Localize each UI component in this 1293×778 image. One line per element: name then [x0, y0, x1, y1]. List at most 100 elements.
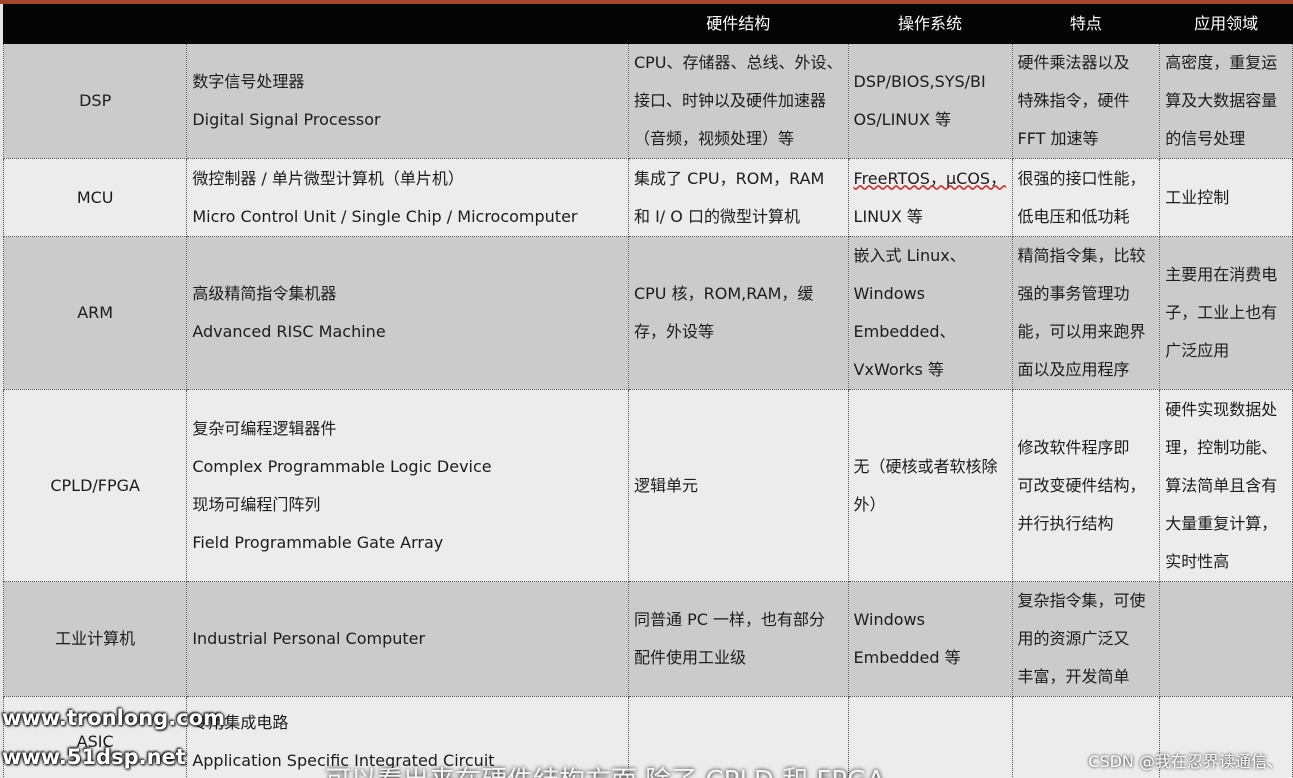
features-cell: 精简指令集，比较 强的事务管理功 能，可以用来跑界 面以及应用程序 — [1011, 236, 1161, 390]
table-row-arm: ARM 高级精简指令集机器 Advanced RISC Machine CPU … — [2, 236, 1293, 390]
description-line: Industrial Personal Computer — [192, 629, 426, 648]
hardware-line: 同普通 PC 一样，也有部分 — [633, 610, 825, 629]
features-line: 用的资源广泛又 — [1017, 629, 1130, 648]
description-line: 数字信号处理器 — [192, 72, 305, 91]
os-line: LINUX 等 — [853, 206, 923, 226]
os-line: Windows — [853, 610, 925, 629]
os-line: Windows — [853, 284, 925, 303]
description-cell: 数字信号处理器 Digital Signal Processor — [186, 43, 629, 159]
features-cell: 复杂指令集，可使 用的资源广泛又 丰富，开发简单 — [1011, 581, 1161, 697]
applications-cell: 主要用在消费电 子，工业上也有 广泛应用 — [1159, 236, 1293, 390]
os-cell: FreeRTOS，μCOS， LINUX 等 — [847, 158, 1013, 237]
hardware-cell: 逻辑单元 — [627, 389, 849, 582]
description-cell: 复杂可编程逻辑器件 Complex Programmable Logic Dev… — [186, 389, 629, 582]
os-cell: DSP/BIOS,SYS/BI OS/LINUX 等 — [847, 43, 1013, 159]
os-cell: 无（硬核或者软核除 外） — [847, 389, 1013, 582]
description-line: 现场可编程门阵列 — [192, 494, 321, 514]
applications-line: 工业控制 — [1165, 187, 1230, 207]
os-line: FreeRTOS，μCOS， — [853, 168, 1007, 188]
header-cell-os: 操作系统 — [847, 4, 1013, 44]
applications-line: 广泛应用 — [1165, 341, 1230, 360]
description-line: 专用集成电路 — [192, 712, 289, 732]
applications-line: 理，控制功能、 — [1165, 437, 1278, 457]
row-name-cell: DSP — [2, 43, 188, 159]
applications-line: 硬件实现数据处 — [1165, 399, 1278, 419]
hardware-cell: CPU 核，ROM,RAM，缓 存，外设等 — [627, 236, 849, 390]
description-cell: Industrial Personal Computer — [186, 581, 629, 697]
features-line: 低电压和低功耗 — [1017, 206, 1130, 226]
table-row-dsp: DSP 数字信号处理器 Digital Signal Processor CPU… — [2, 43, 1293, 159]
applications-cell — [1159, 581, 1293, 697]
hardware-line: 逻辑单元 — [633, 475, 698, 495]
video-caption: 可以看出来在硬件结构方面 除了 CPLD 和 FPGA — [325, 760, 885, 778]
comparison-table: 硬件结构 操作系统 特点 应用领域 DSP 数字信号处理器 Digital Si… — [2, 4, 1293, 778]
features-line: 很强的接口性能， — [1017, 168, 1146, 188]
description-cell: 高级精简指令集机器 Advanced RISC Machine — [186, 236, 629, 390]
description-line: Advanced RISC Machine — [192, 322, 386, 341]
hardware-cell: 集成了 CPU，ROM，RAM 和 I/ O 口的微型计算机 — [627, 158, 849, 237]
applications-line: 的信号处理 — [1165, 129, 1246, 148]
hardware-line: CPU、存储器、总线、外设、 — [633, 53, 843, 72]
features-line: 能，可以用来跑界 — [1017, 322, 1146, 341]
features-line: 面以及应用程序 — [1017, 360, 1130, 379]
features-line: 特殊指令，硬件 — [1017, 91, 1130, 110]
os-line: DSP/BIOS,SYS/BI — [853, 72, 986, 91]
os-line: 外） — [853, 494, 886, 514]
applications-line: 实时性高 — [1165, 551, 1230, 571]
applications-line: 算及大数据容量 — [1165, 91, 1278, 110]
header-row: 硬件结构 操作系统 特点 应用领域 — [2, 4, 1293, 44]
table-row-cpld-fpga: CPLD/FPGA 复杂可编程逻辑器件 Complex Programmable… — [2, 389, 1293, 582]
applications-line: 算法简单且含有 — [1165, 475, 1278, 495]
header-cell-features: 特点 — [1011, 4, 1161, 44]
slide-frame: 硬件结构 操作系统 特点 应用领域 DSP 数字信号处理器 Digital Si… — [0, 0, 1293, 778]
row-name-cell: ARM — [2, 236, 188, 390]
os-line: Embedded 等 — [853, 648, 961, 667]
description-line: Complex Programmable Logic Device — [192, 456, 492, 476]
features-line: 可改变硬件结构， — [1017, 475, 1146, 495]
hardware-line: （音频，视频处理）等 — [633, 129, 794, 148]
features-line: FFT 加速等 — [1017, 129, 1099, 148]
description-line: Field Programmable Gate Array — [192, 532, 444, 552]
description-line: Micro Control Unit / Single Chip / Micro… — [192, 206, 578, 226]
description-line: 复杂可编程逻辑器件 — [192, 418, 337, 438]
description-cell: 微控制器 / 单片微型计算机（单片机） Micro Control Unit /… — [186, 158, 629, 237]
applications-line: 高密度，重复运 — [1165, 53, 1278, 72]
features-line: 丰富，开发简单 — [1017, 667, 1130, 686]
table-row-mcu: MCU 微控制器 / 单片微型计算机（单片机） Micro Control Un… — [2, 158, 1293, 237]
features-cell: 很强的接口性能， 低电压和低功耗 — [1011, 158, 1161, 237]
hardware-line: 配件使用工业级 — [633, 648, 746, 667]
description-line: 高级精简指令集机器 — [192, 284, 337, 303]
applications-cell: 工业控制 — [1159, 158, 1293, 237]
features-line: 并行执行结构 — [1017, 513, 1114, 533]
os-line: OS/LINUX 等 — [853, 110, 952, 129]
header-cell-blank-1 — [2, 4, 188, 44]
hardware-line: 和 I/ O 口的微型计算机 — [633, 206, 800, 226]
os-line: VxWorks 等 — [853, 360, 944, 379]
header-cell-hardware: 硬件结构 — [627, 4, 849, 44]
description-line: 微控制器 / 单片微型计算机（单片机） — [192, 168, 464, 188]
applications-line: 子，工业上也有 — [1165, 303, 1278, 322]
row-name-cell: CPLD/FPGA — [2, 389, 188, 582]
features-cell: 修改软件程序即 可改变硬件结构， 并行执行结构 — [1011, 389, 1161, 582]
os-cell: 嵌入式 Linux、 Windows Embedded、 VxWorks 等 — [847, 236, 1013, 390]
applications-line: 大量重复计算， — [1165, 513, 1278, 533]
features-line: 修改软件程序即 — [1017, 437, 1130, 457]
table-row-industrial-pc: 工业计算机 Industrial Personal Computer 同普通 P… — [2, 581, 1293, 697]
os-line: 嵌入式 Linux、 — [853, 246, 966, 265]
row-name-cell: MCU — [2, 158, 188, 237]
hardware-line: 集成了 CPU，ROM，RAM — [633, 168, 825, 188]
applications-cell: 高密度，重复运 算及大数据容量 的信号处理 — [1159, 43, 1293, 159]
applications-line: 主要用在消费电 — [1165, 265, 1278, 284]
hardware-cell: 同普通 PC 一样，也有部分 配件使用工业级 — [627, 581, 849, 697]
hardware-line: 存，外设等 — [633, 322, 714, 341]
features-cell: 硬件乘法器以及 特殊指令，硬件 FFT 加速等 — [1011, 43, 1161, 159]
hardware-line: 接口、时钟以及硬件加速器 — [633, 91, 826, 110]
watermark-tronlong: www.tronlong.com — [2, 706, 225, 730]
features-line: 强的事务管理功 — [1017, 284, 1130, 303]
os-line: Embedded、 — [853, 322, 956, 341]
header-cell-blank-2 — [186, 4, 629, 44]
hardware-line: CPU 核，ROM,RAM，缓 — [633, 284, 814, 303]
hardware-cell: CPU、存储器、总线、外设、 接口、时钟以及硬件加速器 （音频，视频处理）等 — [627, 43, 849, 159]
os-cell: Windows Embedded 等 — [847, 581, 1013, 697]
header-cell-applications: 应用领域 — [1159, 4, 1293, 44]
